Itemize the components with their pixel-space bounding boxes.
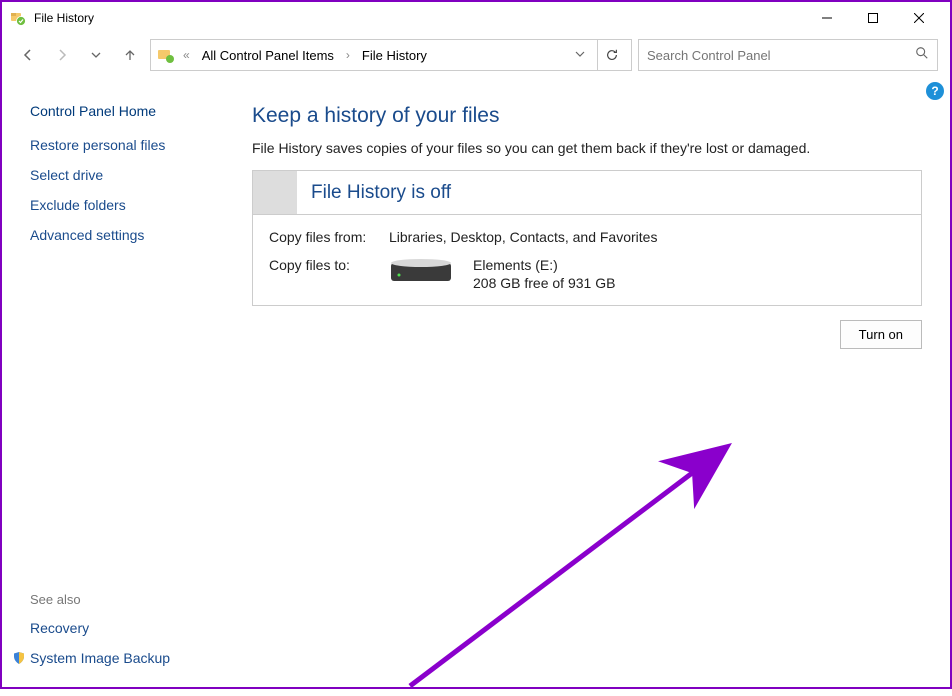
sidebar-control-panel-home[interactable]: Control Panel Home (30, 96, 252, 126)
sidebar-exclude-folders[interactable]: Exclude folders (30, 190, 252, 220)
panel-title: File History is off (311, 182, 451, 204)
refresh-button[interactable] (597, 39, 625, 71)
minimize-button[interactable] (804, 3, 850, 33)
status-indicator-block (253, 171, 297, 214)
sidebar-advanced-settings[interactable]: Advanced settings (30, 220, 252, 250)
recent-locations-button[interactable] (82, 41, 110, 69)
back-button[interactable] (14, 41, 42, 69)
forward-button[interactable] (48, 41, 76, 69)
page-description: File History saves copies of your files … (252, 140, 922, 156)
chevron-right-icon: › (346, 48, 350, 62)
status-panel: File History is off Copy files from: Lib… (252, 170, 922, 306)
drive-name: Elements (E:) (473, 257, 615, 273)
search-input[interactable] (647, 48, 915, 63)
window-title: File History (34, 11, 804, 25)
sidebar-restore-files[interactable]: Restore personal files (30, 130, 252, 160)
breadcrumb-all-items[interactable]: All Control Panel Items (198, 46, 338, 65)
up-button[interactable] (116, 41, 144, 69)
see-also-label: See also (30, 586, 252, 613)
close-button[interactable] (896, 3, 942, 33)
copy-to-label: Copy files to: (269, 257, 389, 291)
drive-icon (389, 257, 453, 288)
chevron-down-icon[interactable] (575, 46, 585, 64)
turn-on-button[interactable]: Turn on (840, 320, 922, 349)
chevron-left-icon: « (183, 48, 190, 62)
sidebar-recovery[interactable]: Recovery (30, 613, 252, 643)
sidebar-select-drive[interactable]: Select drive (30, 160, 252, 190)
search-box[interactable] (638, 39, 938, 71)
help-icon[interactable]: ? (926, 82, 944, 100)
folder-icon (157, 46, 175, 64)
drive-free-space: 208 GB free of 931 GB (473, 275, 615, 291)
copy-from-value: Libraries, Desktop, Contacts, and Favori… (389, 229, 905, 245)
copy-from-label: Copy files from: (269, 229, 389, 245)
address-bar[interactable]: « All Control Panel Items › File History (150, 39, 632, 71)
file-history-icon (10, 10, 26, 26)
search-icon[interactable] (915, 46, 929, 65)
breadcrumb-file-history[interactable]: File History (358, 46, 431, 65)
maximize-button[interactable] (850, 3, 896, 33)
sidebar-system-image-backup[interactable]: System Image Backup (30, 643, 170, 673)
page-heading: Keep a history of your files (252, 104, 922, 128)
shield-icon (12, 651, 26, 665)
